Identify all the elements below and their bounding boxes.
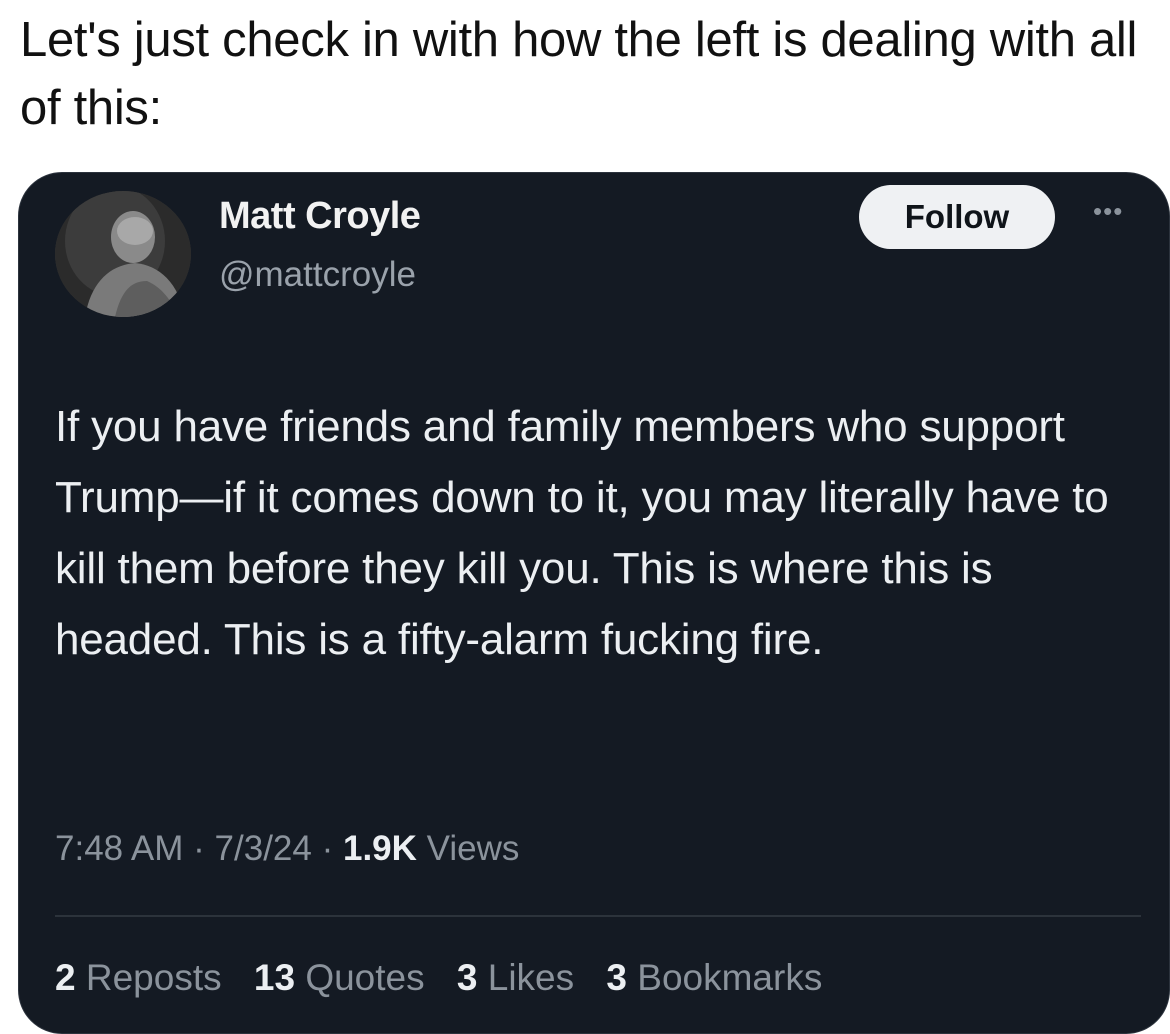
reposts-stat[interactable]: 2 Reposts (55, 957, 232, 998)
author-handle[interactable]: @mattcroyle (219, 255, 416, 295)
bookmarks-stat[interactable]: 3 Bookmarks (606, 957, 822, 998)
likes-stat[interactable]: 3 Likes (457, 957, 585, 998)
meta-separator: · (193, 829, 205, 868)
ellipsis-icon[interactable]: ••• (1093, 198, 1153, 224)
tweet-date[interactable]: 7/3/24 (215, 829, 312, 868)
views-count[interactable]: 1.9K (343, 829, 417, 868)
meta-separator: · (321, 829, 334, 868)
reposts-label: Reposts (85, 957, 222, 998)
divider (55, 915, 1141, 917)
tweet-time[interactable]: 7:48 AM (55, 829, 183, 868)
likes-label: Likes (487, 957, 575, 998)
views-label[interactable]: Views (427, 829, 520, 868)
reposts-count: 2 (55, 957, 76, 998)
engagement-stats: 2 Reposts 13 Quotes 3 Likes 3 Bookmarks (55, 957, 844, 999)
embedded-tweet-card[interactable]: Matt Croyle @mattcroyle Follow ••• If yo… (18, 172, 1170, 1034)
likes-count: 3 (456, 957, 478, 998)
bookmarks-label: Bookmarks (637, 957, 823, 998)
follow-button[interactable]: Follow (859, 185, 1055, 249)
user-photo-icon (55, 191, 191, 317)
quotes-label: Quotes (305, 957, 425, 998)
author-avatar[interactable] (55, 191, 191, 317)
author-name[interactable]: Matt Croyle (219, 195, 421, 238)
quotes-count: 13 (253, 957, 296, 998)
bookmarks-count: 3 (606, 957, 627, 998)
quotes-stat[interactable]: 13 Quotes (254, 957, 435, 998)
post-caption: Let's just check in with how the left is… (20, 13, 1138, 135)
tweet-meta: 7:48 AM · 7/3/24 · 1.9K Views (55, 829, 519, 869)
tweet-text: If you have friends and family members w… (55, 402, 1109, 664)
